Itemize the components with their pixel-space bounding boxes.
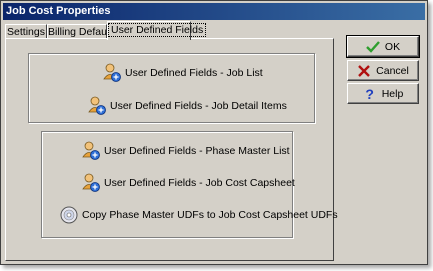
udf-job-cost-capsheet-label: User Defined Fields - Job Cost Capsheet — [104, 177, 295, 189]
udf-job-cost-capsheet-link[interactable]: User Defined Fields - Job Cost Capsheet — [81, 173, 295, 193]
tab-settings[interactable]: Settings — [5, 24, 47, 39]
checkmark-icon — [366, 40, 380, 54]
cancel-label: Cancel — [376, 64, 409, 77]
user-fields-icon — [81, 141, 101, 161]
udf-phase-master-list-link[interactable]: User Defined Fields - Phase Master List — [81, 141, 290, 161]
copy-phase-master-udfs-label: Copy Phase Master UDFs to Job Cost Capsh… — [82, 209, 338, 221]
help-label: Help — [381, 87, 404, 100]
copy-phase-master-udfs-link[interactable]: Copy Phase Master UDFs to Job Cost Capsh… — [59, 205, 338, 225]
udf-job-detail-items-label: User Defined Fields - Job Detail Items — [110, 100, 287, 112]
udf-job-list-label: User Defined Fields - Job List — [125, 67, 263, 79]
tab-settings-label: Settings — [7, 26, 45, 38]
copy-cd-icon — [59, 205, 79, 225]
window-title: Job Cost Properties — [3, 3, 425, 20]
tab-user-defined-fields-label: User Defined Fields — [108, 23, 207, 37]
close-icon — [357, 64, 371, 78]
job-cost-properties-dialog: Job Cost Properties Settings Billing Def… — [0, 0, 428, 265]
user-fields-icon — [87, 96, 107, 116]
help-button[interactable]: ? Help — [347, 83, 419, 104]
tab-billing-defaults[interactable]: Billing Defaults — [47, 24, 117, 39]
cancel-button[interactable]: Cancel — [347, 60, 419, 81]
user-fields-icon — [81, 173, 101, 193]
udf-job-detail-items-link[interactable]: User Defined Fields - Job Detail Items — [87, 96, 287, 116]
question-mark-icon: ? — [365, 85, 374, 102]
udf-phase-master-list-label: User Defined Fields - Phase Master List — [104, 145, 290, 157]
tab-user-defined-fields[interactable]: User Defined Fields — [107, 21, 207, 40]
udf-job-list-link[interactable]: User Defined Fields - Job List — [102, 63, 263, 83]
ok-button[interactable]: OK — [346, 35, 420, 58]
user-fields-icon — [102, 63, 122, 83]
tab-panel: User Defined Fields - Job List User Defi… — [5, 38, 338, 261]
ok-label: OK — [384, 40, 401, 53]
